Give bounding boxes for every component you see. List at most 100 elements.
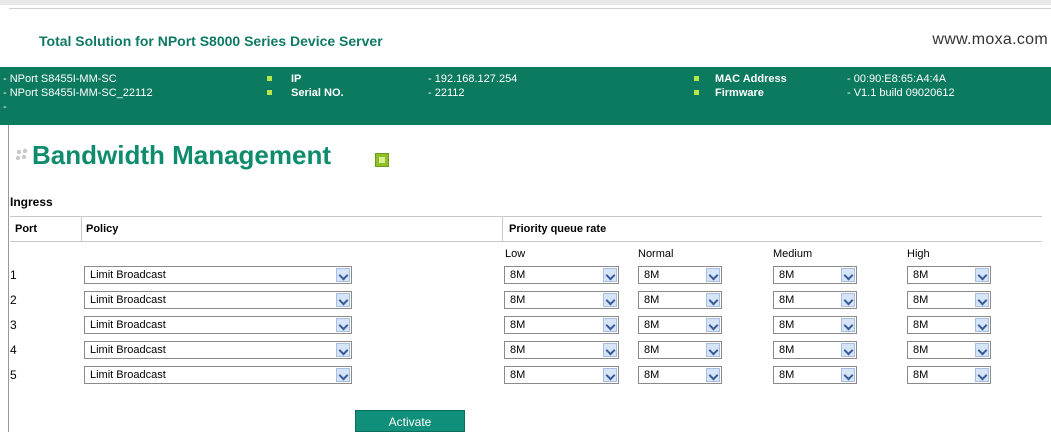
table-header: Port Policy Priority queue rate bbox=[10, 216, 1042, 242]
medium-select-value: 8M bbox=[779, 269, 795, 281]
help-icon[interactable] bbox=[375, 153, 389, 167]
normal-select[interactable]: 8M bbox=[638, 316, 722, 334]
policy-select-value: Limit Broadcast bbox=[90, 319, 166, 331]
low-select[interactable]: 8M bbox=[504, 341, 619, 359]
chevron-down-icon[interactable] bbox=[603, 318, 617, 332]
normal-select-value: 8M bbox=[644, 319, 660, 331]
policy-select[interactable]: Limit Broadcast bbox=[84, 266, 352, 284]
mac-value: - 00:90:E8:65:A4:4A bbox=[847, 73, 947, 85]
low-select[interactable]: 8M bbox=[504, 316, 619, 334]
medium-select[interactable]: 8M bbox=[773, 266, 857, 284]
section-title: Ingress bbox=[10, 195, 53, 209]
high-select-value: 8M bbox=[913, 344, 929, 356]
low-select[interactable]: 8M bbox=[504, 266, 619, 284]
device-name: - NPort S8455I-MM-SC bbox=[3, 73, 117, 85]
normal-select[interactable]: 8M bbox=[638, 266, 722, 284]
high-select-value: 8M bbox=[913, 294, 929, 306]
medium-select[interactable]: 8M bbox=[773, 316, 857, 334]
chevron-down-icon[interactable] bbox=[603, 268, 617, 282]
policy-select-value: Limit Broadcast bbox=[90, 294, 166, 306]
low-select[interactable]: 8M bbox=[504, 291, 619, 309]
chevron-down-icon[interactable] bbox=[975, 368, 989, 382]
ip-label: IP bbox=[291, 73, 302, 85]
chevron-down-icon[interactable] bbox=[336, 268, 350, 282]
header-priority: Priority queue rate bbox=[509, 223, 607, 235]
chevron-down-icon[interactable] bbox=[841, 268, 855, 282]
high-select[interactable]: 8M bbox=[907, 266, 991, 284]
low-select-value: 8M bbox=[510, 269, 526, 281]
sub-high: High bbox=[907, 248, 930, 260]
high-select[interactable]: 8M bbox=[907, 341, 991, 359]
chevron-down-icon[interactable] bbox=[841, 318, 855, 332]
left-rule bbox=[8, 125, 9, 432]
header-divider bbox=[81, 216, 82, 241]
policy-select[interactable]: Limit Broadcast bbox=[84, 291, 352, 309]
port-number: 1 bbox=[10, 268, 17, 282]
normal-select[interactable]: 8M bbox=[638, 366, 722, 384]
policy-select-value: Limit Broadcast bbox=[90, 344, 166, 356]
low-select-value: 8M bbox=[510, 344, 526, 356]
activate-button[interactable]: Activate bbox=[355, 410, 465, 432]
normal-select-value: 8M bbox=[644, 344, 660, 356]
bullet-icon bbox=[694, 90, 699, 95]
chevron-down-icon[interactable] bbox=[336, 343, 350, 357]
chevron-down-icon[interactable] bbox=[841, 343, 855, 357]
serial-label: Serial NO. bbox=[291, 87, 344, 99]
low-select-value: 8M bbox=[510, 319, 526, 331]
device-info-bar: - NPort S8455I-MM-SC - NPort S8455I-MM-S… bbox=[0, 67, 1051, 125]
chevron-down-icon[interactable] bbox=[706, 343, 720, 357]
bullet-icon bbox=[267, 76, 272, 81]
high-select[interactable]: 8M bbox=[907, 366, 991, 384]
dots-icon bbox=[15, 148, 28, 161]
low-select-value: 8M bbox=[510, 369, 526, 381]
chevron-down-icon[interactable] bbox=[706, 268, 720, 282]
mac-label: MAC Address bbox=[715, 73, 787, 85]
normal-select[interactable]: 8M bbox=[638, 291, 722, 309]
firmware-value: - V1.1 build 09020612 bbox=[847, 87, 955, 99]
port-number: 2 bbox=[10, 293, 17, 307]
chevron-down-icon[interactable] bbox=[706, 318, 720, 332]
policy-select-value: Limit Broadcast bbox=[90, 369, 166, 381]
policy-select[interactable]: Limit Broadcast bbox=[84, 316, 352, 334]
chevron-down-icon[interactable] bbox=[975, 343, 989, 357]
chevron-down-icon[interactable] bbox=[975, 268, 989, 282]
header-divider bbox=[502, 216, 503, 241]
top-rule bbox=[0, 0, 1051, 5]
high-select[interactable]: 8M bbox=[907, 291, 991, 309]
port-number: 4 bbox=[10, 343, 17, 357]
bullet-icon bbox=[694, 76, 699, 81]
medium-select[interactable]: 8M bbox=[773, 291, 857, 309]
chevron-down-icon[interactable] bbox=[336, 293, 350, 307]
chevron-down-icon[interactable] bbox=[603, 293, 617, 307]
medium-select[interactable]: 8M bbox=[773, 341, 857, 359]
normal-select-value: 8M bbox=[644, 369, 660, 381]
high-select[interactable]: 8M bbox=[907, 316, 991, 334]
medium-select-value: 8M bbox=[779, 294, 795, 306]
header-policy: Policy bbox=[86, 223, 119, 235]
normal-select-value: 8M bbox=[644, 294, 660, 306]
bullet-icon bbox=[267, 90, 272, 95]
chevron-down-icon[interactable] bbox=[975, 293, 989, 307]
policy-select[interactable]: Limit Broadcast bbox=[84, 366, 352, 384]
chevron-down-icon[interactable] bbox=[603, 368, 617, 382]
low-select[interactable]: 8M bbox=[504, 366, 619, 384]
banner-url[interactable]: www.moxa.com bbox=[932, 31, 1048, 49]
chevron-down-icon[interactable] bbox=[841, 368, 855, 382]
serial-value: - 22112 bbox=[428, 87, 465, 99]
high-select-value: 8M bbox=[913, 319, 929, 331]
firmware-label: Firmware bbox=[715, 87, 764, 99]
chevron-down-icon[interactable] bbox=[336, 368, 350, 382]
chevron-down-icon[interactable] bbox=[603, 343, 617, 357]
policy-select-value: Limit Broadcast bbox=[90, 269, 166, 281]
policy-select[interactable]: Limit Broadcast bbox=[84, 341, 352, 359]
chevron-down-icon[interactable] bbox=[706, 293, 720, 307]
normal-select[interactable]: 8M bbox=[638, 341, 722, 359]
chevron-down-icon[interactable] bbox=[336, 318, 350, 332]
high-select-value: 8M bbox=[913, 269, 929, 281]
chevron-down-icon[interactable] bbox=[841, 293, 855, 307]
low-select-value: 8M bbox=[510, 294, 526, 306]
chevron-down-icon[interactable] bbox=[975, 318, 989, 332]
medium-select[interactable]: 8M bbox=[773, 366, 857, 384]
chevron-down-icon[interactable] bbox=[706, 368, 720, 382]
high-select-value: 8M bbox=[913, 369, 929, 381]
